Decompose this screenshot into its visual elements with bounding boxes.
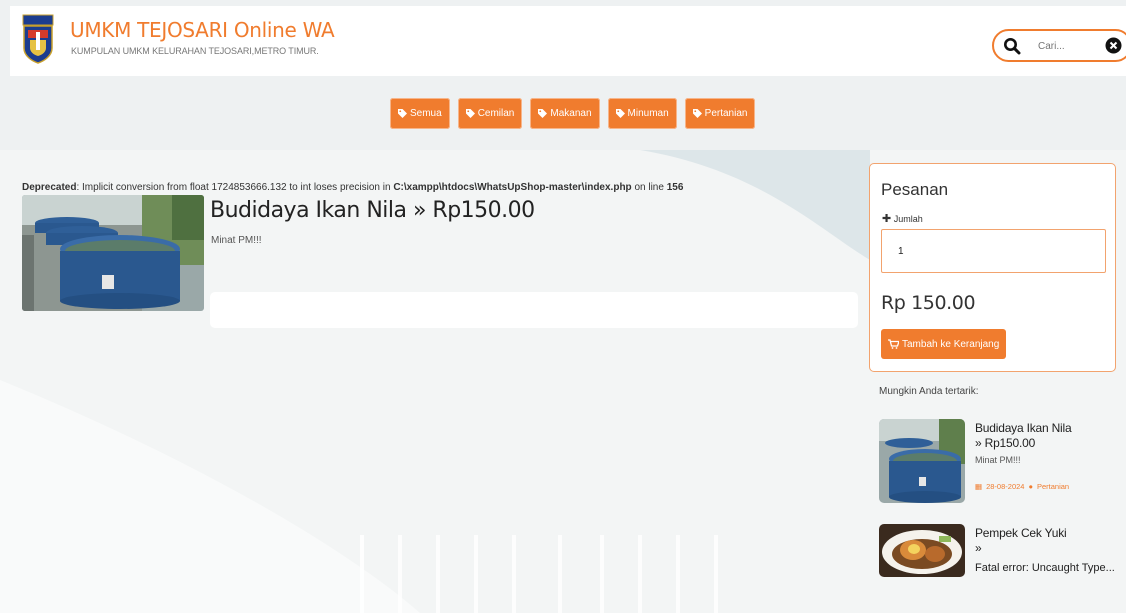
category-label: Minuman [627,108,669,119]
category-label: Makanan [550,108,592,119]
category-bar: Semua Cemilan Makanan Minuman Pertanian [390,98,756,129]
related-item-title[interactable]: Pempek Cek Yuki » [975,526,1110,556]
category-minuman[interactable]: Minuman [607,98,677,129]
product-detail-box [210,292,858,328]
category-semua[interactable]: Semua [390,98,450,129]
tag-icon [692,109,702,118]
category-label: Semua [410,108,442,119]
site-title[interactable]: UMKM TEJOSARI Online WA [70,18,335,42]
notice-text: : Implicit conversion from float 1724853… [76,182,394,193]
category-cemilan[interactable]: Cemilan [457,98,523,129]
close-icon[interactable] [1105,37,1122,54]
category-makanan[interactable]: Makanan [530,98,600,129]
order-panel: Pesanan ✚ Jumlah 1 Rp 150.00 Tambah ke K… [869,163,1116,372]
search-box[interactable] [992,29,1126,62]
quantity-value: 1 [898,245,904,257]
metro-logo[interactable] [22,14,54,64]
add-to-cart-button[interactable]: Tambah ke Keranjang [881,329,1007,359]
search-input[interactable] [1038,38,1098,54]
notice-path: C:\xampp\htdocs\WhatsUpShop-master\index… [393,182,632,193]
product-description: Minat PM!!! [211,235,262,246]
product-title: Budidaya Ikan Nila » Rp150.00 [210,198,535,223]
site-subtitle: KUMPULAN UMKM KELURAHAN TEJOSARI,METRO T… [71,46,319,56]
related-item-category[interactable]: Pertanian [1037,482,1069,491]
related-item-meta: ▦ 28-08-2024 ● Pertanian [975,482,1069,491]
category-label: Cemilan [477,108,515,119]
related-heading: Mungkin Anda tertarik: [879,386,979,397]
cart-icon [888,339,899,349]
tag-icon [465,109,475,118]
related-item-error: Fatal error: Uncaught Type... [975,562,1115,574]
quantity-label: ✚ Jumlah [882,213,923,225]
category-pertanian[interactable]: Pertanian [684,98,756,129]
add-to-cart-label: Tambah ke Keranjang [902,338,1000,350]
related-item-date: 28-08-2024 [986,482,1025,491]
tag-icon [615,109,625,118]
category-label: Pertanian [704,108,748,119]
calendar-icon: ▦ [975,482,983,491]
deprecated-notice: Deprecated: Implicit conversion from flo… [22,182,683,193]
tag-icon [398,109,407,118]
related-item-title[interactable]: Budidaya Ikan Nila » Rp150.00 [975,421,1110,451]
related-item-image[interactable] [879,524,965,577]
related-item-image[interactable] [879,419,965,503]
notice-line: 156 [666,182,684,193]
search-icon[interactable] [1003,37,1021,55]
product-image[interactable] [22,195,204,311]
tag-icon [538,109,548,118]
site-header: UMKM TEJOSARI Online WA KUMPULAN UMKM KE… [10,6,1126,76]
order-title: Pesanan [881,180,949,199]
quantity-input[interactable]: 1 [881,229,1106,273]
plus-icon: ✚ [882,213,892,225]
related-item-description: Minat PM!!! [975,455,1021,465]
notice-label: Deprecated [22,182,77,193]
notice-text-2: on line [631,182,667,193]
order-price: Rp 150.00 [881,292,976,314]
tag-icon: ● [1028,482,1033,491]
